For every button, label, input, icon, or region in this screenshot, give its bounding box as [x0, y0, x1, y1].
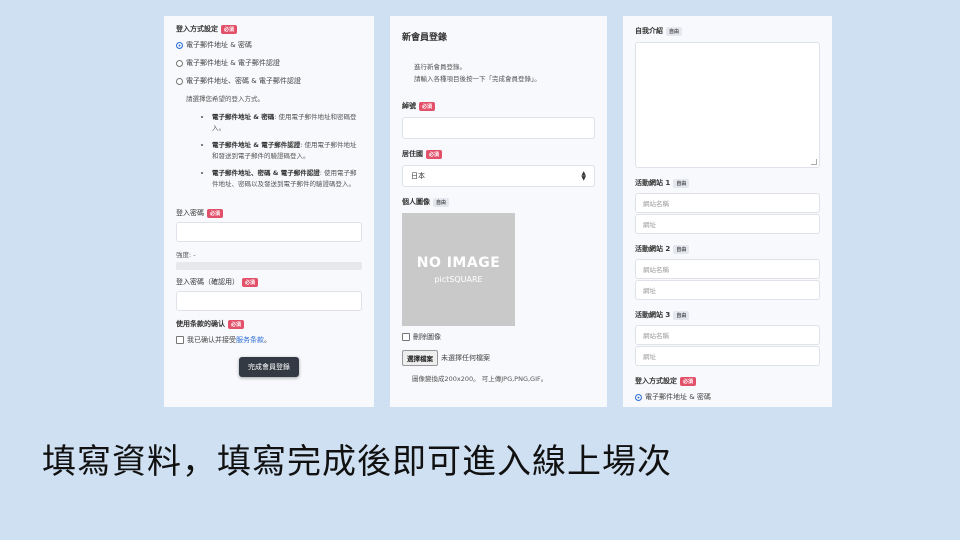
- noimage-brand: pictSQUARE: [434, 275, 483, 284]
- select-prompt: 請選擇您希望的登入方式。: [186, 95, 264, 103]
- delete-image-label: 刪除圖像: [413, 333, 441, 341]
- password-input[interactable]: [176, 222, 362, 242]
- image-note: 圖像變換成200x200。 可上傳JPG,PNG,GIF。: [412, 375, 548, 383]
- description-term: 電子郵件地址、密碼 & 電子郵件認證: [212, 169, 320, 177]
- registration-panel-details: 自我介紹 自由 活動網站 1 自由 網站名稱 網址 活動網站 2 自由 網站名稱…: [623, 16, 832, 407]
- page-title: 新會員登錄: [402, 33, 448, 43]
- site-1-name-input[interactable]: 網站名稱: [635, 193, 820, 213]
- site-1-url-input[interactable]: 網址: [635, 214, 820, 234]
- site-2-label: 活動網站 2 自由: [635, 244, 820, 254]
- residence-select[interactable]: 日本 ▲ ▼: [402, 165, 595, 187]
- description-item: 電子郵件地址、密碼 & 電子郵件認證: 使用電子郵件地址、密碼以及發送到電子郵件…: [212, 168, 362, 190]
- login-option-label: 電子郵件地址、密碼 & 電子郵件認證: [186, 77, 301, 85]
- residence-label: 居住國 必須: [402, 149, 595, 159]
- terms-checkbox[interactable]: [176, 336, 184, 344]
- password-confirm-input[interactable]: [176, 291, 362, 311]
- submit-area: 完成會員登錄: [176, 354, 362, 377]
- required-badge: 必須: [221, 24, 238, 34]
- delete-image-checkbox[interactable]: [402, 333, 410, 341]
- description-item: 電子郵件地址 & 密碼: 使用電子郵件地址和密碼登入。: [212, 112, 362, 134]
- registration-panel-profile: 新會員登錄 進行新會員登錄。 請輸入各種項目後按一下「完成會員登錄」。 綽號 必…: [390, 16, 607, 407]
- delete-image-row[interactable]: 刪除圖像: [402, 332, 595, 342]
- optional-badge: 自由: [673, 310, 690, 320]
- login-option-label: 電子郵件地址 & 密碼: [186, 41, 252, 49]
- nickname-input[interactable]: [402, 117, 595, 139]
- terms-label-text: 使用条款的确认: [176, 320, 225, 328]
- radio-icon[interactable]: [176, 77, 183, 85]
- site-2-url-input[interactable]: 網址: [635, 280, 820, 300]
- terms-text-start: 我已确认并接受: [187, 336, 236, 344]
- terms-label: 使用条款的确认 必須: [176, 319, 362, 329]
- strength-label: 強度: -: [176, 251, 196, 259]
- site-2-name-input[interactable]: 網站名稱: [635, 259, 820, 279]
- self-intro-label: 自我介紹 自由: [635, 26, 820, 36]
- nickname-label-text: 綽號: [402, 102, 416, 110]
- login-option-email-password-auth[interactable]: 電子郵件地址、密碼 & 電子郵件認證: [176, 76, 362, 86]
- required-badge: 必須: [419, 101, 436, 111]
- required-badge: 必須: [680, 376, 697, 386]
- optional-badge: 自由: [433, 197, 450, 207]
- login-option-label: 電子郵件地址 & 密碼: [645, 393, 711, 401]
- intro-line: 進行新會員登錄。: [414, 63, 466, 71]
- chevron-up-down-icon: ▲ ▼: [581, 170, 586, 182]
- login-method-label-text: 登入方式設定: [176, 25, 218, 33]
- required-badge: 必須: [242, 277, 259, 287]
- required-badge: 必須: [426, 149, 443, 159]
- login-method-label-text: 登入方式設定: [635, 377, 677, 385]
- required-badge: 必須: [207, 208, 224, 218]
- self-intro-textarea[interactable]: [635, 42, 820, 168]
- residence-label-text: 居住國: [402, 150, 423, 158]
- description-term: 電子郵件地址 & 電子郵件認證: [212, 141, 301, 149]
- radio-selected-icon[interactable]: [176, 41, 183, 49]
- file-upload-row: 選擇檔案 未選擇任何檔案: [402, 350, 595, 366]
- description-term: 電子郵件地址 & 密碼: [212, 113, 275, 121]
- optional-badge: 自由: [673, 178, 690, 188]
- site-label-text: 活動網站 2: [635, 245, 671, 253]
- submit-registration-button[interactable]: 完成會員登錄: [239, 357, 299, 377]
- optional-badge: 自由: [666, 26, 683, 36]
- terms-checkbox-row[interactable]: 我已确认并接受服务条款。: [176, 335, 362, 345]
- site-label-text: 活動網站 1: [635, 179, 671, 187]
- login-method-descriptions: 電子郵件地址 & 密碼: 使用電子郵件地址和密碼登入。 電子郵件地址 & 電子郵…: [176, 112, 362, 190]
- profile-image-placeholder: NO IMAGE pictSQUARE: [402, 213, 515, 326]
- login-option-email-auth[interactable]: 電子郵件地址 & 電子郵件認證: [176, 58, 362, 68]
- slide-caption: 填寫資料，填寫完成後即可進入線上場次: [42, 442, 672, 482]
- residence-value: 日本: [411, 172, 425, 180]
- site-1-label: 活動網站 1 自由: [635, 178, 820, 188]
- required-badge: 必須: [228, 319, 245, 329]
- login-option-label: 電子郵件地址 & 電子郵件認證: [186, 59, 280, 67]
- site-3-name-input[interactable]: 網站名稱: [635, 325, 820, 345]
- file-status: 未選擇任何檔案: [441, 354, 490, 362]
- site-label-text: 活動網站 3: [635, 311, 671, 319]
- login-option-email-password[interactable]: 電子郵件地址 & 密碼: [176, 40, 362, 50]
- terms-text-end: 。: [264, 336, 271, 344]
- site-3-label: 活動網站 3 自由: [635, 310, 820, 320]
- image-label: 個人圖像 自由: [402, 197, 595, 207]
- optional-badge: 自由: [673, 244, 690, 254]
- intro-line: 請輸入各種項目後按一下「完成會員登錄」。: [414, 75, 541, 83]
- password-label: 登入密碼 必須: [176, 208, 362, 218]
- self-intro-label-text: 自我介紹: [635, 27, 663, 35]
- registration-panel-login: 登入方式設定 必須 電子郵件地址 & 密碼 電子郵件地址 & 電子郵件認證 電子…: [164, 16, 374, 407]
- login-option-email-password[interactable]: 電子郵件地址 & 密碼: [635, 392, 820, 402]
- choose-file-button[interactable]: 選擇檔案: [402, 350, 438, 366]
- radio-icon[interactable]: [176, 59, 183, 67]
- radio-selected-icon[interactable]: [635, 393, 642, 401]
- strength-bar: [176, 262, 362, 270]
- site-3-url-input[interactable]: 網址: [635, 346, 820, 366]
- terms-link[interactable]: 服务条款: [236, 336, 264, 344]
- password-confirm-label: 登入密碼（確認用） 必須: [176, 277, 362, 287]
- terms-text: 我已确认并接受服务条款。: [187, 335, 271, 345]
- nickname-label: 綽號 必須: [402, 101, 595, 111]
- intro-text: 進行新會員登錄。 請輸入各種項目後按一下「完成會員登錄」。: [402, 61, 595, 85]
- noimage-text: NO IMAGE: [416, 255, 501, 271]
- password-label-text: 登入密碼: [176, 209, 204, 217]
- password-confirm-label-text: 登入密碼（確認用）: [176, 278, 239, 286]
- login-method-label: 登入方式設定 必須: [635, 376, 820, 386]
- image-label-text: 個人圖像: [402, 198, 430, 206]
- description-item: 電子郵件地址 & 電子郵件認證: 使用電子郵件地址和發送到電子郵件的驗證碼登入。: [212, 140, 362, 162]
- login-method-label: 登入方式設定 必須: [176, 24, 362, 34]
